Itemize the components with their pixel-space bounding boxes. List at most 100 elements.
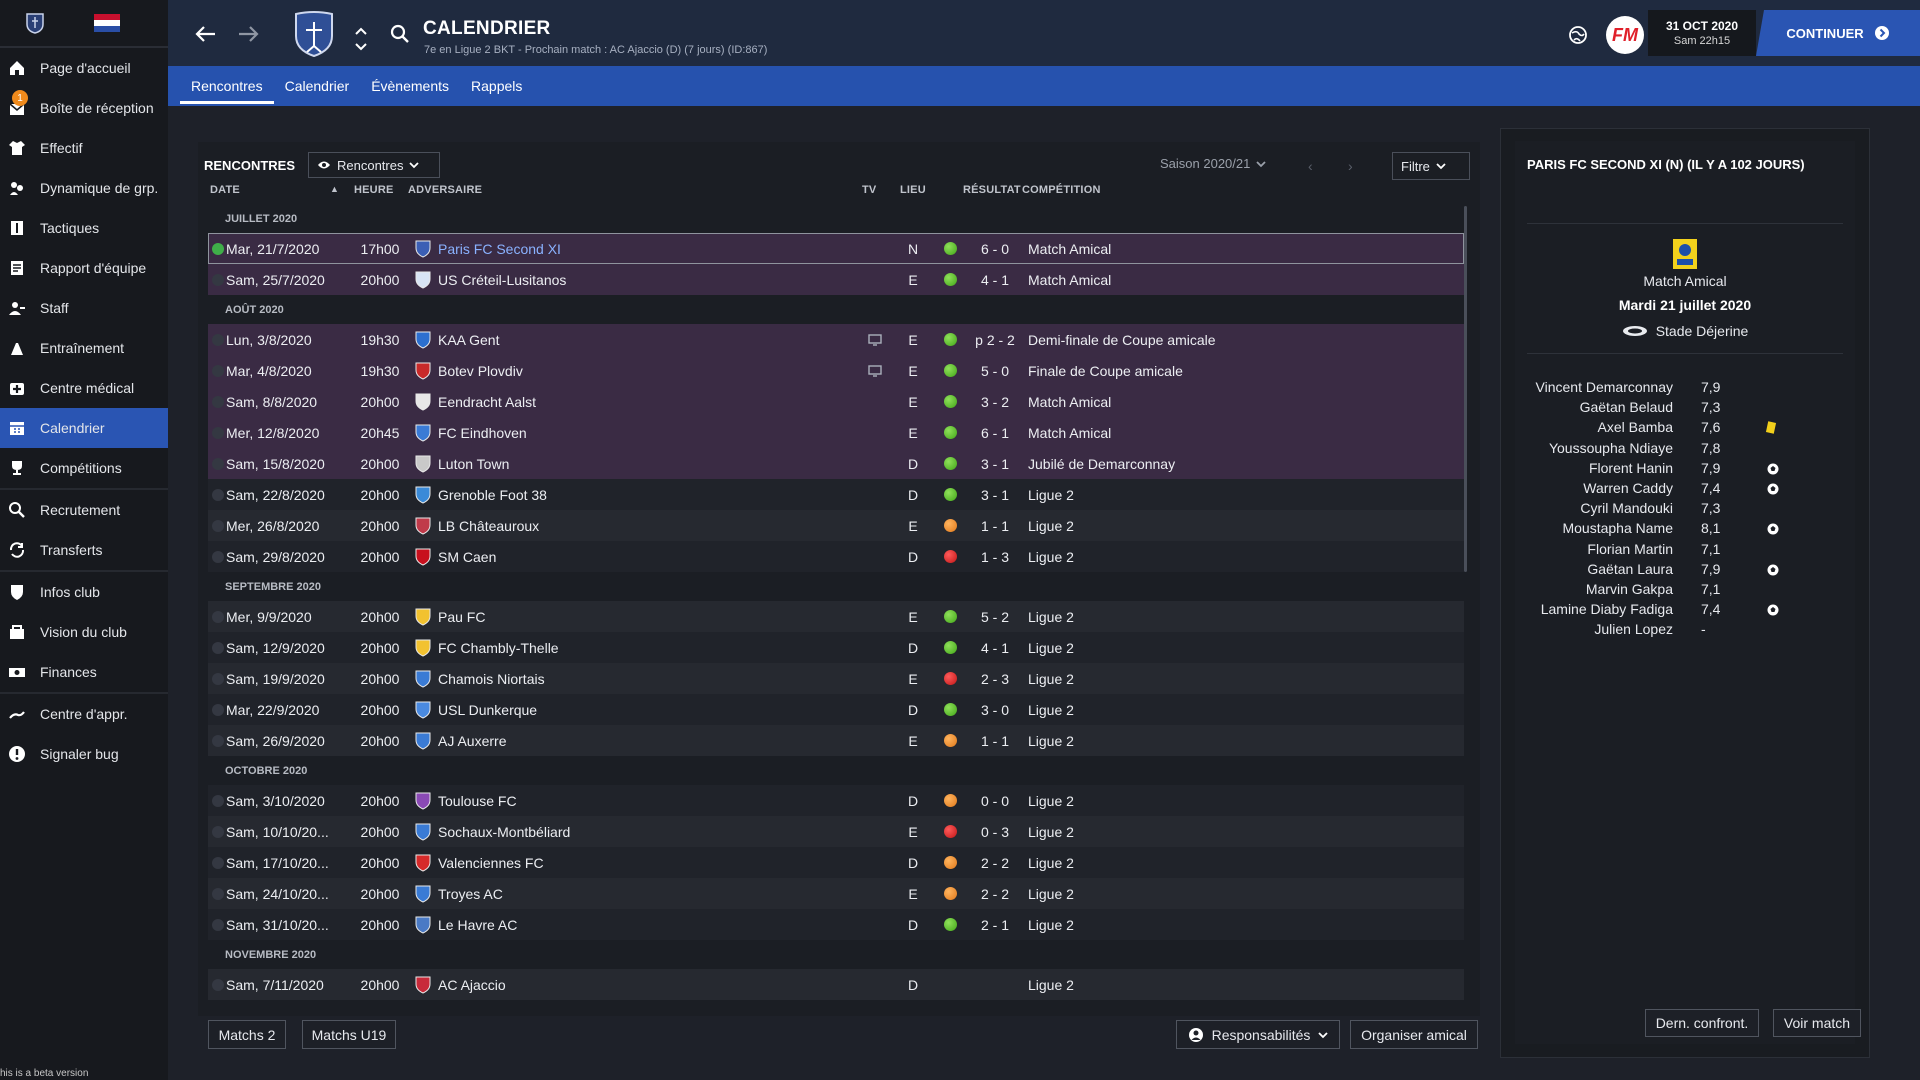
col-date[interactable]: DATE: [210, 184, 240, 196]
table-row[interactable]: Sam, 24/10/20... 20h00 Troyes AC E 2 - 2 Ligu…: [208, 878, 1464, 909]
table-row[interactable]: Mer, 12/8/2020 20h45 FC Eindhoven E 6 - 1 Mat…: [208, 417, 1464, 448]
col-heure[interactable]: HEURE: [354, 184, 394, 196]
table-row[interactable]: Sam, 25/7/2020 20h00 US Créteil-Lusitanos E…: [208, 264, 1464, 295]
player-rating-row[interactable]: Warren Caddy 7,4: [1515, 480, 1855, 500]
sidebar-item-staff[interactable]: Staff: [0, 288, 168, 328]
opponent-name[interactable]: Valenciennes FC: [436, 855, 856, 871]
tab-rappels[interactable]: Rappels: [460, 66, 533, 106]
sidebar-item-dynamique-de-grp-[interactable]: Dynamique de grp.: [0, 168, 168, 208]
table-row[interactable]: Sam, 3/10/2020 20h00 Toulouse FC D 0 - 0 Ligu…: [208, 785, 1464, 816]
game-date[interactable]: 31 OCT 2020 Sam 22h15: [1648, 10, 1756, 56]
table-row[interactable]: Sam, 31/10/20... 20h00 Le Havre AC D 2 - 1 Li…: [208, 909, 1464, 940]
table-row[interactable]: Sam, 22/8/2020 20h00 Grenoble Foot 38 D 3 - …: [208, 479, 1464, 510]
sidebar-item-infos-club[interactable]: Infos club: [0, 572, 168, 612]
world-football-icon[interactable]: [1568, 25, 1588, 45]
table-row[interactable]: Mar, 21/7/2020 17h00 Paris FC Second XI N 6 …: [208, 233, 1464, 264]
opponent-name[interactable]: USL Dunkerque: [436, 702, 856, 718]
opponent-name[interactable]: Troyes AC: [436, 886, 856, 902]
player-rating-row[interactable]: Florent Hanin 7,9: [1515, 460, 1855, 480]
sidebar-item-page-d-accueil[interactable]: Page d'accueil: [0, 48, 168, 88]
table-row[interactable]: Sam, 26/9/2020 20h00 AJ Auxerre E 1 - 1 Ligue…: [208, 725, 1464, 756]
sort-asc-icon[interactable]: ▲: [330, 184, 339, 194]
nation-flag-icon[interactable]: [94, 14, 120, 32]
club-switch-icon[interactable]: [354, 24, 368, 54]
sidebar-item-centre-m-dical[interactable]: Centre médical: [0, 368, 168, 408]
sidebar-item-comp-titions[interactable]: Compétitions: [0, 448, 168, 488]
opponent-name[interactable]: Sochaux-Montbéliard: [436, 824, 856, 840]
table-row[interactable]: Sam, 8/8/2020 20h00 Eendracht Aalst E 3 - 2 M…: [208, 386, 1464, 417]
opponent-name[interactable]: Paris FC Second XI: [436, 241, 856, 257]
col-tv[interactable]: TV: [862, 184, 876, 196]
opponent-name[interactable]: FC Eindhoven: [436, 425, 856, 441]
sidebar-item-effectif[interactable]: Effectif: [0, 128, 168, 168]
continue-button[interactable]: CONTINUER: [1756, 10, 1920, 56]
matchs2-button[interactable]: Matchs 2: [208, 1020, 286, 1049]
opponent-name[interactable]: Grenoble Foot 38: [436, 487, 856, 503]
sidebar-item-recrutement[interactable]: Recrutement: [0, 490, 168, 530]
col-lieu[interactable]: LIEU: [900, 184, 926, 196]
tab-rencontres[interactable]: Rencontres: [180, 66, 274, 106]
sidebar-item-rapport-d-quipe[interactable]: Rapport d'équipe: [0, 248, 168, 288]
fm-logo-icon[interactable]: FM: [1606, 16, 1644, 54]
table-row[interactable]: Mer, 26/8/2020 20h00 LB Châteauroux E 1 - 1 L…: [208, 510, 1464, 541]
col-competition[interactable]: COMPÉTITION: [1022, 184, 1101, 196]
sidebar-item-transferts[interactable]: Transferts: [0, 530, 168, 570]
player-rating-row[interactable]: Axel Bamba 7,6: [1515, 419, 1855, 439]
opponent-name[interactable]: Toulouse FC: [436, 793, 856, 809]
table-row[interactable]: Sam, 19/9/2020 20h00 Chamois Niortais E 2 - …: [208, 663, 1464, 694]
table-scrollbar[interactable]: [1464, 206, 1467, 572]
last-meetings-button[interactable]: Dern. confront.: [1645, 1009, 1759, 1037]
player-rating-row[interactable]: Marvin Gakpa 7,1: [1515, 581, 1855, 601]
sidebar-item-entra-nement[interactable]: Entraînement: [0, 328, 168, 368]
player-rating-row[interactable]: Lamine Diaby Fadiga 7,4: [1515, 601, 1855, 621]
player-rating-row[interactable]: Vincent Demarconnay 7,9: [1515, 379, 1855, 399]
opponent-name[interactable]: LB Châteauroux: [436, 518, 856, 534]
player-rating-row[interactable]: Florian Martin 7,1: [1515, 541, 1855, 561]
opponent-name[interactable]: US Créteil-Lusitanos: [436, 272, 856, 288]
player-rating-row[interactable]: Youssoupha Ndiaye 7,8: [1515, 440, 1855, 460]
table-row[interactable]: Mer, 9/9/2020 20h00 Pau FC E 5 - 2 Ligue 2: [208, 601, 1464, 632]
sidebar-item-bo-te-de-r-ception[interactable]: Boîte de réception 1: [0, 88, 168, 128]
col-resultat[interactable]: RÉSULTAT: [963, 184, 1021, 196]
table-row[interactable]: Sam, 29/8/2020 20h00 SM Caen D 1 - 3 Ligue 2: [208, 541, 1464, 572]
opponent-name[interactable]: Botev Plovdiv: [436, 363, 856, 379]
opponent-name[interactable]: Eendracht Aalst: [436, 394, 856, 410]
view-dropdown[interactable]: Rencontres: [308, 152, 440, 178]
back-button[interactable]: [192, 20, 220, 48]
table-row[interactable]: Sam, 10/10/20... 20h00 Sochaux-Montbéliard…: [208, 816, 1464, 847]
sidebar-item-finances[interactable]: Finances: [0, 652, 168, 692]
opponent-name[interactable]: Luton Town: [436, 456, 856, 472]
player-rating-row[interactable]: Julien Lopez -: [1515, 621, 1855, 641]
paris-fc-crest-icon[interactable]: [293, 10, 335, 58]
table-row[interactable]: Sam, 17/10/20... 20h00 Valenciennes FC D 2 -…: [208, 847, 1464, 878]
table-row[interactable]: Sam, 15/8/2020 20h00 Luton Town D 3 - 1 Jubil…: [208, 448, 1464, 479]
opponent-name[interactable]: FC Chambly-Thelle: [436, 640, 856, 656]
next-season-icon[interactable]: ›: [1348, 158, 1353, 174]
opponent-name[interactable]: AJ Auxerre: [436, 733, 856, 749]
opponent-name[interactable]: Le Havre AC: [436, 917, 856, 933]
search-icon[interactable]: [390, 24, 410, 44]
season-selector[interactable]: Saison 2020/21: [1160, 156, 1266, 171]
opponent-name[interactable]: SM Caen: [436, 549, 856, 565]
matchs-u19-button[interactable]: Matchs U19: [302, 1020, 396, 1049]
player-rating-row[interactable]: Moustapha Name 8,1: [1515, 520, 1855, 540]
opponent-name[interactable]: Chamois Niortais: [436, 671, 856, 687]
forward-button[interactable]: [234, 20, 262, 48]
opponent-name[interactable]: Pau FC: [436, 609, 856, 625]
sidebar-item-calendrier[interactable]: Calendrier: [0, 408, 168, 448]
view-match-button[interactable]: Voir match: [1773, 1009, 1861, 1037]
table-row[interactable]: Sam, 7/11/2020 20h00 AC Ajaccio D Ligue 2: [208, 969, 1464, 1000]
responsabilites-dropdown[interactable]: Responsabilités: [1176, 1020, 1340, 1049]
filter-dropdown[interactable]: Filtre: [1392, 152, 1470, 180]
organiser-amical-button[interactable]: Organiser amical: [1350, 1020, 1478, 1049]
player-rating-row[interactable]: Cyril Mandouki 7,3: [1515, 500, 1855, 520]
player-rating-row[interactable]: Gaëtan Belaud 7,3: [1515, 399, 1855, 419]
tab-evenements[interactable]: Évènements: [360, 66, 460, 106]
sidebar-item-vision-du-club[interactable]: Vision du club: [0, 612, 168, 652]
opponent-name[interactable]: AC Ajaccio: [436, 977, 856, 993]
club-crest-icon[interactable]: [26, 12, 44, 34]
table-row[interactable]: Mar, 4/8/2020 19h30 Botev Plovdiv E 5 - 0 Fin…: [208, 355, 1464, 386]
opponent-name[interactable]: KAA Gent: [436, 332, 856, 348]
col-adversaire[interactable]: ADVERSAIRE: [408, 184, 482, 196]
table-row[interactable]: Lun, 3/8/2020 19h30 KAA Gent Ep 2 - 2 Demi-f…: [208, 324, 1464, 355]
